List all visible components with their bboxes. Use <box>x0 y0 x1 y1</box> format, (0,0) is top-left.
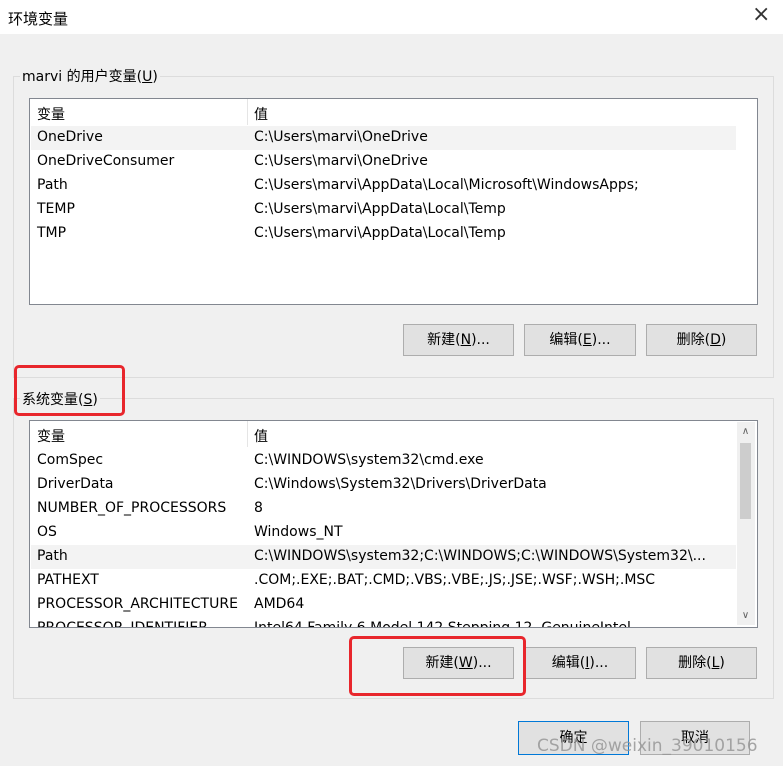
column-header-value[interactable]: 值 <box>254 426 268 446</box>
scroll-up-icon[interactable]: ∧ <box>737 423 754 440</box>
var-value: C:\WINDOWS\system32\cmd.exe <box>254 452 484 468</box>
title-bar: 环境变量 × <box>0 0 783 34</box>
var-name: OneDriveConsumer <box>37 153 175 169</box>
var-name: OneDrive <box>37 129 103 145</box>
table-row[interactable]: PATHEXT .COM;.EXE;.BAT;.CMD;.VBS;.VBE;.J… <box>31 569 736 593</box>
var-value: Intel64 Family 6 Model 142 Stepping 12, … <box>254 620 631 628</box>
table-row[interactable]: PROCESSOR_ARCHITECTURE AMD64 <box>31 593 736 617</box>
column-header-name[interactable]: 变量 <box>37 104 65 124</box>
table-row[interactable]: PROCESSOR_IDENTIFIER Intel64 Family 6 Mo… <box>31 617 736 628</box>
var-value: .COM;.EXE;.BAT;.CMD;.VBS;.VBE;.JS;.JSE;.… <box>254 572 656 588</box>
table-row[interactable]: TMP C:\Users\marvi\AppData\Local\Temp <box>31 222 736 246</box>
scroll-down-icon[interactable]: ∨ <box>737 607 754 624</box>
table-row[interactable]: OneDrive C:\Users\marvi\OneDrive <box>31 126 736 150</box>
var-name: ComSpec <box>37 452 104 468</box>
column-header-value[interactable]: 值 <box>254 104 268 124</box>
var-value: C:\Users\marvi\OneDrive <box>254 129 428 145</box>
var-name: Path <box>37 177 68 193</box>
table-row[interactable]: OneDriveConsumer C:\Users\marvi\OneDrive <box>31 150 736 174</box>
var-value: C:\Users\marvi\AppData\Local\Temp <box>254 225 506 241</box>
system-edit-button[interactable]: 编辑(I)... <box>524 647 636 679</box>
var-value: C:\Users\marvi\OneDrive <box>254 153 428 169</box>
var-value: C:\Users\marvi\AppData\Local\Microsoft\W… <box>254 177 639 193</box>
system-new-button-highlight <box>349 636 526 696</box>
window-title: 环境变量 <box>8 10 69 28</box>
var-value: Windows_NT <box>254 524 343 540</box>
close-icon[interactable]: × <box>752 2 770 27</box>
scroll-thumb[interactable] <box>740 443 751 519</box>
var-value: C:\Windows\System32\Drivers\DriverData <box>254 476 547 492</box>
system-vars-label-highlight <box>14 365 125 416</box>
column-separator[interactable] <box>247 99 248 125</box>
column-header-name[interactable]: 变量 <box>37 426 65 446</box>
column-separator[interactable] <box>247 421 248 447</box>
system-vars-list-header: 变量 值 <box>30 421 739 447</box>
table-row[interactable]: TEMP C:\Users\marvi\AppData\Local\Temp <box>31 198 736 222</box>
system-vars-list[interactable]: 变量 值 ComSpec C:\WINDOWS\system32\cmd.exe… <box>29 420 758 628</box>
var-name: TMP <box>37 225 67 241</box>
var-name: PROCESSOR_ARCHITECTURE <box>37 596 238 612</box>
user-vars-list[interactable]: 变量 值 OneDrive C:\Users\marvi\OneDrive On… <box>29 98 758 305</box>
var-value: C:\WINDOWS\system32;C:\WINDOWS;C:\WINDOW… <box>254 548 706 564</box>
table-row[interactable]: DriverData C:\Windows\System32\Drivers\D… <box>31 473 736 497</box>
system-delete-button[interactable]: 删除(L) <box>646 647 757 679</box>
var-name: DriverData <box>37 476 114 492</box>
user-vars-group-label: marvi 的用户变量(U) <box>20 66 160 86</box>
var-name: PROCESSOR_IDENTIFIER <box>37 620 208 628</box>
user-new-button[interactable]: 新建(N)... <box>403 324 514 356</box>
table-row[interactable]: ComSpec C:\WINDOWS\system32\cmd.exe <box>31 449 736 473</box>
table-row[interactable]: Path C:\Users\marvi\AppData\Local\Micros… <box>31 174 736 198</box>
var-name: Path <box>37 548 68 564</box>
user-edit-button[interactable]: 编辑(E)... <box>524 324 636 356</box>
var-value: C:\Users\marvi\AppData\Local\Temp <box>254 201 506 217</box>
table-row[interactable]: NUMBER_OF_PROCESSORS 8 <box>31 497 736 521</box>
table-row[interactable]: OS Windows_NT <box>31 521 736 545</box>
var-name: PATHEXT <box>37 572 99 588</box>
user-vars-list-header: 变量 值 <box>30 99 757 125</box>
var-value: AMD64 <box>254 596 305 612</box>
var-name: OS <box>37 524 57 540</box>
user-delete-button[interactable]: 删除(D) <box>646 324 757 356</box>
var-name: TEMP <box>37 201 75 217</box>
system-vars-scrollbar[interactable]: ∧ ∨ <box>737 422 755 625</box>
table-row[interactable]: Path C:\WINDOWS\system32;C:\WINDOWS;C:\W… <box>31 545 736 569</box>
var-name: NUMBER_OF_PROCESSORS <box>37 500 227 516</box>
watermark-text: CSDN @weixin_39010156 <box>537 736 758 756</box>
var-value: 8 <box>254 500 263 516</box>
